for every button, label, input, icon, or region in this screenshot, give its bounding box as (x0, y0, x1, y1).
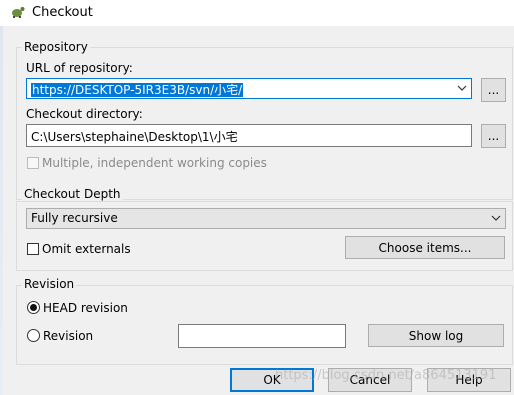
url-browse-button[interactable]: ... (481, 78, 506, 102)
checkout-directory-label: Checkout directory: (26, 107, 143, 121)
choose-items-button[interactable]: Choose items... (345, 236, 505, 259)
window-title: Checkout (32, 5, 93, 20)
multiple-copies-label: Multiple, independent working copies (42, 156, 267, 170)
chevron-down-icon[interactable] (491, 212, 501, 224)
show-log-button[interactable]: Show log (368, 324, 504, 347)
url-value: https://DESKTOP-5IR3E3B/svn/小宅/ (31, 83, 244, 97)
omit-externals-checkbox[interactable] (27, 243, 39, 255)
cancel-button[interactable]: Cancel (328, 368, 412, 392)
repository-group-label: Repository (22, 40, 90, 54)
omit-externals-label: Omit externals (42, 242, 131, 256)
revision-radio[interactable] (27, 329, 40, 342)
depth-select[interactable]: Fully recursive (26, 208, 506, 229)
help-button[interactable]: Help (427, 368, 511, 392)
checkout-directory-field[interactable]: C:\Users\stephaine\Desktop\1\小宅 (26, 124, 472, 147)
url-label: URL of repository: (26, 61, 133, 75)
revision-group-label: Revision (22, 277, 77, 291)
checkout-depth-group-label: Checkout Depth (22, 187, 123, 201)
head-revision-radio[interactable] (27, 301, 40, 314)
multiple-copies-checkbox[interactable] (27, 157, 39, 169)
checkout-directory-value: C:\Users\stephaine\Desktop\1\小宅 (31, 130, 238, 144)
head-revision-label: HEAD revision (43, 301, 128, 315)
ok-button[interactable]: OK (230, 368, 314, 392)
tortoise-svn-icon (12, 7, 25, 18)
revision-input[interactable] (178, 324, 346, 348)
dialog-client-area: Repository URL of repository: https://DE… (3, 26, 514, 395)
url-combo[interactable]: https://DESKTOP-5IR3E3B/svn/小宅/ (26, 78, 472, 99)
directory-browse-button[interactable]: ... (481, 124, 506, 148)
revision-label: Revision (43, 329, 94, 343)
chevron-down-icon[interactable] (457, 82, 467, 94)
title-bar: Checkout (0, 0, 514, 26)
depth-selected-value: Fully recursive (31, 211, 118, 225)
